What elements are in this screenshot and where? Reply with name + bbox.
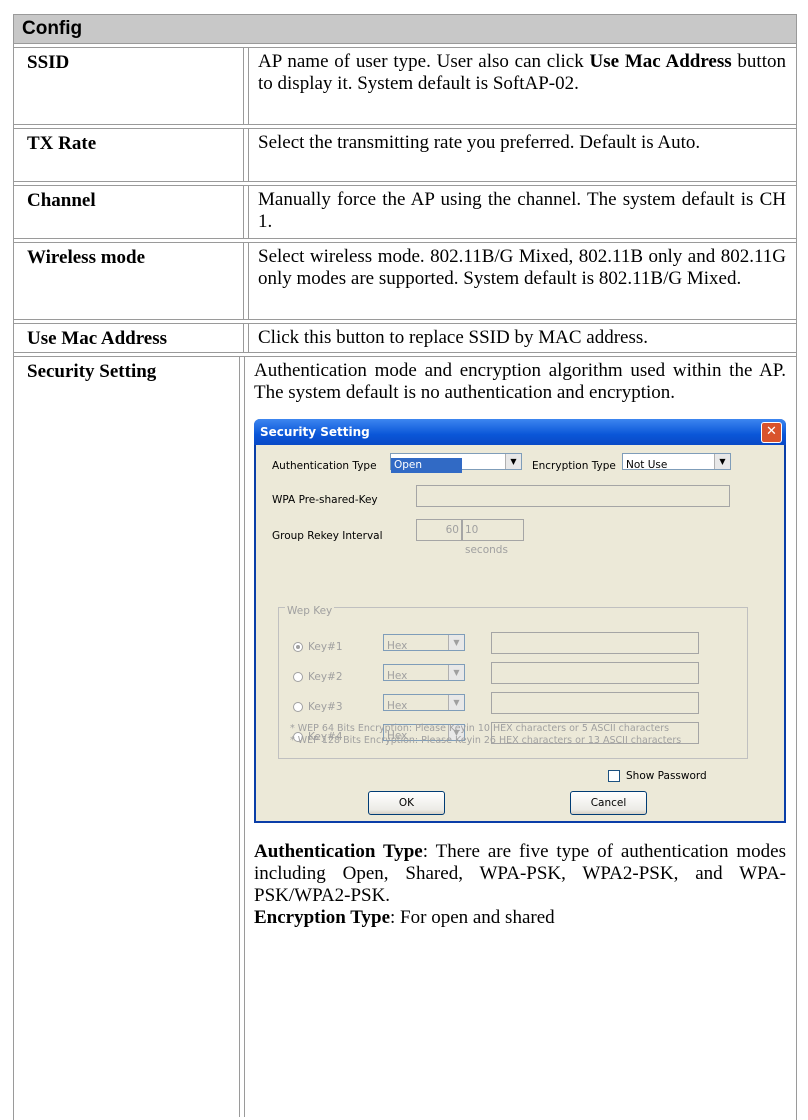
table-row: Use Mac Address Click this button to rep… [14, 323, 796, 353]
key3-radio[interactable]: Key#3 [293, 696, 343, 718]
dialog-title: Security Setting [260, 425, 370, 439]
cancel-button[interactable]: Cancel [570, 791, 647, 815]
security-setting-dialog: Security Setting ✕ Authentication Type O… [254, 419, 786, 823]
rekey-interval-label: Group Rekey Interval [272, 530, 383, 542]
table-row: Wireless mode Select wireless mode. 802.… [14, 242, 796, 320]
wep-key-group-label: Wep Key [285, 600, 335, 622]
term-ssid: SSID [14, 48, 244, 124]
wep128-note: * WEP 128 Bits Encryption: Please Keyin … [290, 735, 682, 746]
key2-field[interactable] [491, 662, 699, 684]
table-row: Security Setting Authentication mode and… [14, 356, 796, 1117]
term-security-setting: Security Setting [14, 357, 240, 1117]
table-header: Config [14, 14, 796, 44]
key1-format-select[interactable]: Hex ▼ [383, 634, 465, 652]
key3-format-select[interactable]: Hex ▼ [383, 694, 465, 712]
desc-security-setting: Authentication mode and encryption algor… [244, 357, 796, 1117]
term-wireless-mode: Wireless mode [14, 243, 244, 319]
term-tx-rate: TX Rate [14, 129, 244, 181]
key3-field[interactable] [491, 692, 699, 714]
show-password-checkbox[interactable]: Show Password [608, 765, 707, 787]
auth-type-paragraph: Authentication Type: There are five type… [254, 841, 786, 906]
desc-use-mac-address: Click this button to replace SSID by MAC… [248, 324, 796, 352]
key2-format-select[interactable]: Hex ▼ [383, 664, 465, 682]
rekey-unit: 10 seconds [462, 519, 524, 556]
encryption-type-paragraph: Encryption Type: For open and shared [254, 907, 555, 928]
chevron-down-icon: ▼ [714, 454, 730, 469]
dialog-titlebar: Security Setting ✕ [254, 419, 786, 445]
key1-field[interactable] [491, 632, 699, 654]
auth-type-label: Authentication Type [272, 460, 377, 472]
table-row: TX Rate Select the transmitting rate you… [14, 128, 796, 182]
close-icon[interactable]: ✕ [761, 422, 782, 443]
wpa-key-field[interactable] [416, 485, 730, 507]
chevron-down-icon: ▼ [448, 635, 464, 650]
key2-radio[interactable]: Key#2 [293, 666, 343, 688]
ok-button[interactable]: OK [368, 791, 445, 815]
desc-ssid: AP name of user type. User also can clic… [248, 48, 796, 124]
chevron-down-icon: ▼ [448, 665, 464, 680]
encryption-type-select[interactable]: Not Use ▼ [622, 453, 731, 471]
desc-wireless-mode: Select wireless mode. 802.11B/G Mixed, 8… [248, 243, 796, 319]
desc-tx-rate: Select the transmitting rate you preferr… [248, 129, 796, 181]
encryption-type-label: Encryption Type [532, 460, 616, 472]
desc-channel: Manually force the AP using the channel.… [248, 186, 796, 238]
key1-radio[interactable]: Key#1 [293, 636, 343, 658]
auth-type-select[interactable]: Open ▼ [390, 453, 522, 473]
term-channel: Channel [14, 186, 244, 238]
term-use-mac-address: Use Mac Address [14, 324, 244, 352]
rekey-interval-field[interactable]: 60 [416, 519, 462, 541]
table-row: Channel Manually force the AP using the … [14, 185, 796, 239]
table-row: SSID AP name of user type. User also can… [14, 47, 796, 125]
wpa-key-label: WPA Pre-shared-Key [272, 494, 378, 506]
chevron-down-icon: ▼ [505, 454, 521, 469]
config-table: Config SSID AP name of user type. User a… [13, 14, 797, 1120]
wep64-note: * WEP 64 Bits Encryption: Please Keyin 1… [290, 723, 670, 734]
security-setting-intro: Authentication mode and encryption algor… [254, 360, 786, 403]
chevron-down-icon: ▼ [448, 695, 464, 710]
